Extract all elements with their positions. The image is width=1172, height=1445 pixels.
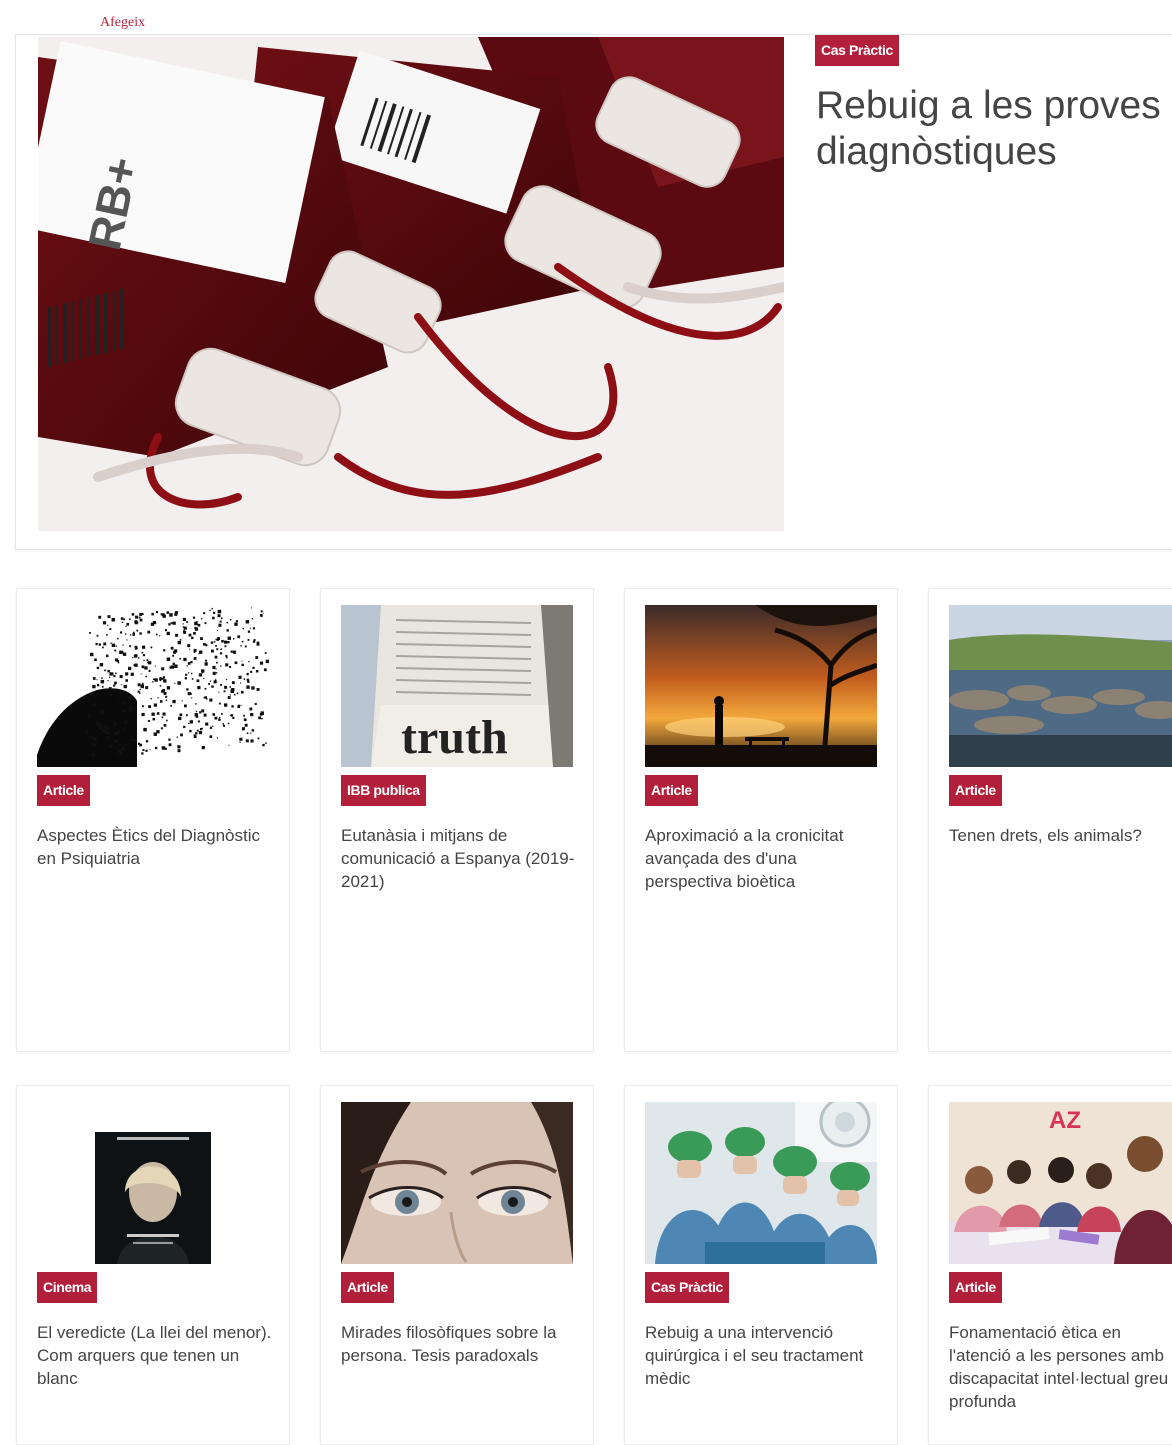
card-title[interactable]: El veredicte (La llei del menor). Com ar… [37,1321,273,1390]
card-title[interactable]: Rebuig a una intervenció quirúrgica i el… [645,1321,881,1390]
card-category-tag[interactable]: Article [949,1272,1002,1303]
article-card[interactable]: Cinema El veredicte (La llei del menor).… [16,1085,290,1445]
card-title[interactable]: Fonamentació ètica en l'atenció a les pe… [949,1321,1172,1413]
card-image-newspaper[interactable]: truth [341,605,573,767]
card-category-tag[interactable]: Cinema [37,1272,98,1303]
card-image-surgeons[interactable] [645,1102,877,1264]
article-card[interactable]: truth IBB publica Eutanàsia i mitjans de… [320,588,594,1052]
card-title[interactable]: Mirades filosòfiques sobre la persona. T… [341,1321,577,1367]
card-image-seals[interactable] [949,605,1172,767]
card-title[interactable]: Tenen drets, els animals? [949,824,1172,847]
newspaper-text: truth [401,711,508,764]
card-category-tag[interactable]: Cas Pràctic [645,1272,729,1303]
card-image-woman-eyes[interactable] [341,1102,573,1264]
card-category-tag[interactable]: IBB publica [341,775,426,806]
hero-title[interactable]: Rebuig a les proves diagnòstiques [816,83,1172,175]
add-link[interactable]: Afegeix [100,15,145,31]
card-title[interactable]: Eutanàsia i mitjans de comunicació a Esp… [341,824,577,893]
card-image-movie-poster[interactable] [37,1102,269,1264]
article-card[interactable]: Article Aspectes Ètics del Diagnòstic en… [16,588,290,1052]
card-title[interactable]: Aproximació a la cronicitat avançada des… [645,824,881,893]
card-title[interactable]: Aspectes Ètics del Diagnòstic en Psiquia… [37,824,273,870]
hero-card[interactable]: RB+ Cas Pràctic Rebuig a les proves diag… [15,34,1172,550]
card-category-tag[interactable]: Article [645,775,698,806]
article-card[interactable]: Cas Pràctic Rebuig a una intervenció qui… [624,1085,898,1445]
card-image-group-table[interactable]: AZ [949,1102,1172,1264]
hero-category-tag[interactable]: Cas Pràctic [815,35,899,66]
article-card[interactable]: Article Mirades filosòfiques sobre la pe… [320,1085,594,1445]
hero-image-blood-bags[interactable]: RB+ [38,37,784,531]
card-category-tag[interactable]: Article [37,775,90,806]
article-card[interactable]: Article Tenen drets, els animals? [928,588,1172,1052]
article-card[interactable]: Article Aproximació a la cronicitat avan… [624,588,898,1052]
article-card[interactable]: AZ Article Fonamentació ètica en l'atenc… [928,1085,1172,1445]
card-image-dissolving-head[interactable] [37,605,269,767]
card-category-tag[interactable]: Article [949,775,1002,806]
wall-letters: AZ [1049,1107,1081,1134]
card-category-tag[interactable]: Article [341,1272,394,1303]
card-image-sunset[interactable] [645,605,877,767]
